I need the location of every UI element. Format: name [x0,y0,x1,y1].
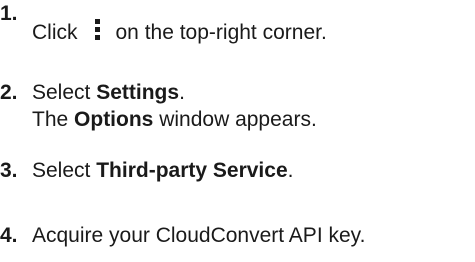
step-text-prefix: The [32,108,69,131]
step-text-suffix: . [179,81,185,104]
step-number: 1. [0,2,18,25]
settings-label: Settings [96,81,180,104]
third-party-service-label: Third-party Service [96,159,288,182]
step-number: 2. [0,81,18,104]
step-text-suffix: . [287,159,294,182]
options-label: Options [74,108,154,131]
step-1: 1. Click on the top-right corner. [0,0,475,56]
step-text-prefix: Select [32,159,91,182]
step-text-suffix: window appears. [159,108,317,131]
step-text: Select Settings. The Options window appe… [32,79,317,133]
kebab-menu-icon [87,19,109,41]
step-3: 3. Select Third-party Service. [0,157,475,187]
step-text-prefix: Click [32,21,78,44]
step-4: 4. Acquire your CloudConvert API key. [0,222,475,252]
step-text: Click on the top-right corner. [32,19,327,46]
step-text-suffix: on the top-right corner. [115,21,327,44]
step-number: 3. [0,159,18,182]
step-text: Acquire your CloudConvert API key. [32,224,366,247]
step-text: Select Third-party Service. [32,157,293,184]
step-2: 2. Select Settings. The Options window a… [0,79,475,139]
step-number: 4. [0,224,18,247]
step-line-1: Select Settings. [32,79,317,106]
step-line-2: The Options window appears. [32,106,317,133]
step-text-prefix: Select [32,81,91,104]
